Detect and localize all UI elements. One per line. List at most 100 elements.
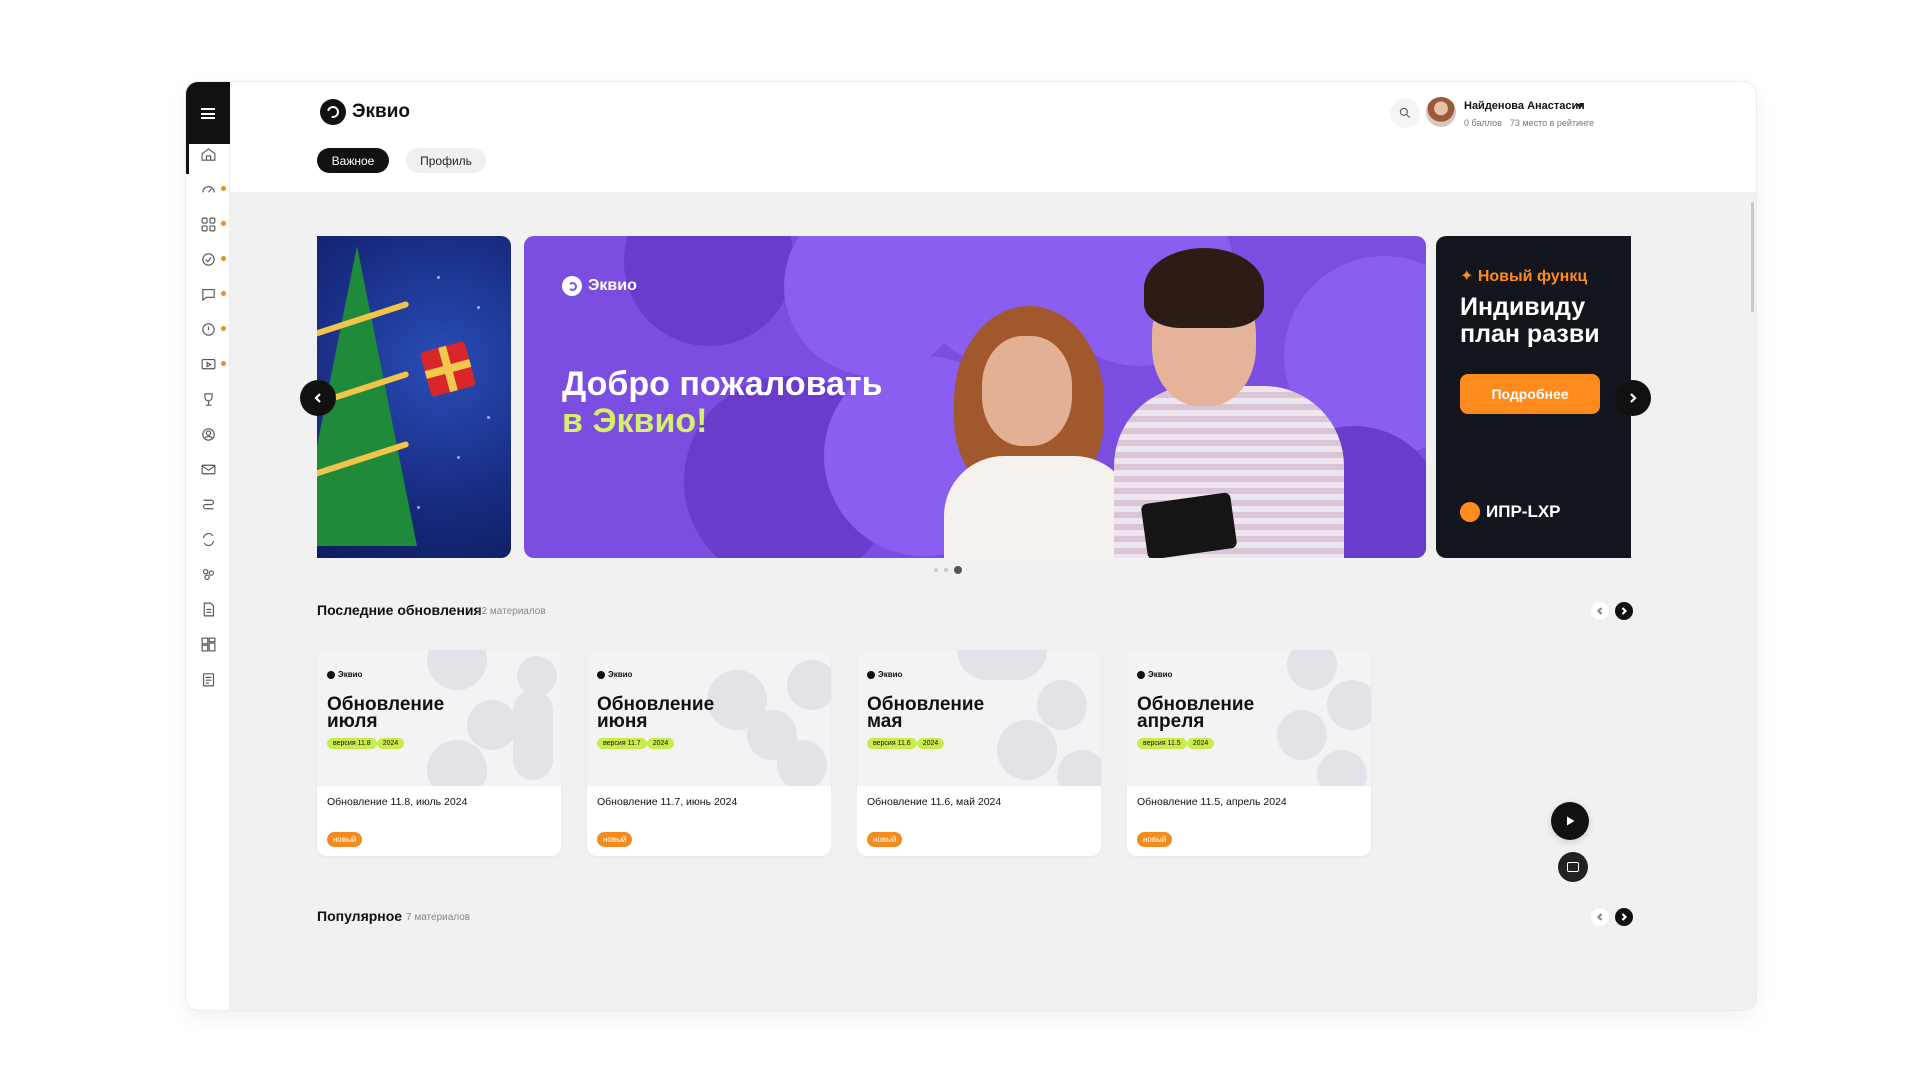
sidebar-item-progress[interactable] xyxy=(186,169,230,209)
card-cover: Эквио Обновление июня версия 11.7 2024 xyxy=(587,650,831,786)
banner-slide-feature[interactable]: ✦ Новый функц Индивиду план разви Подроб… xyxy=(1436,236,1631,558)
search-button[interactable] xyxy=(1390,98,1420,128)
sidebar-item-documents[interactable] xyxy=(186,589,230,629)
notification-dot xyxy=(221,326,226,331)
carousel-dot[interactable] xyxy=(944,568,948,572)
update-card[interactable]: Эквио Обновление мая версия 11.6 2024 Об… xyxy=(857,650,1101,856)
tab-important[interactable]: Важное xyxy=(317,148,389,173)
document-icon xyxy=(203,602,214,616)
banner-slide-holiday[interactable] xyxy=(317,236,511,558)
banner-title: Добро пожаловать в Эквио! xyxy=(562,365,883,441)
logo-mark-icon xyxy=(597,670,605,679)
year-chip: 2024 xyxy=(646,738,675,749)
support-chat-button[interactable] xyxy=(1558,852,1588,882)
updates-pager xyxy=(1591,602,1633,620)
user-name[interactable]: Найденова Анастасия xyxy=(1464,100,1585,112)
card-logo: Эквио xyxy=(867,670,902,679)
user-circle-icon xyxy=(201,427,215,441)
sidebar-item-dashboard[interactable] xyxy=(186,624,230,664)
logo-mark-icon xyxy=(867,670,875,679)
mail-icon xyxy=(201,464,215,474)
sidebar-item-chat[interactable] xyxy=(186,274,230,314)
popular-next-button[interactable] xyxy=(1615,908,1633,926)
card-headline: Обновление июля xyxy=(327,694,445,733)
year-chip: 2024 xyxy=(916,738,945,749)
banner-slide-welcome[interactable]: Эквио Добро пожаловать в Эквио! xyxy=(524,236,1426,558)
people-icon xyxy=(202,568,214,580)
play-icon xyxy=(1567,816,1575,826)
ipr-logo-icon xyxy=(1460,502,1480,522)
tab-profile[interactable]: Профиль xyxy=(406,148,486,173)
banner-prev-button[interactable] xyxy=(300,380,336,416)
card-title: Обновление 11.5, апрель 2024 xyxy=(1137,796,1287,808)
apps-icon xyxy=(201,217,215,231)
updates-cards: Эквио Обновление июля версия 11.8 2024 О… xyxy=(317,650,1371,856)
popular-prev-button[interactable] xyxy=(1591,908,1609,926)
sidebar-item-tracks[interactable] xyxy=(186,484,230,524)
header: Эквио Важное Профиль Найденова Анастасия… xyxy=(230,82,1756,192)
search-icon xyxy=(1399,107,1411,119)
card-chips: версия 11.6 2024 xyxy=(867,738,945,749)
banner-next-button[interactable] xyxy=(1615,380,1651,416)
card-chips: версия 11.7 2024 xyxy=(597,738,675,749)
sidebar-item-profile[interactable] xyxy=(186,414,230,454)
feature-footer-text: ИПР-LXP xyxy=(1486,502,1561,521)
sidebar-item-home[interactable] xyxy=(186,134,230,174)
logo[interactable]: Эквио xyxy=(320,99,410,125)
feature-footer: ИПР-LXP xyxy=(1460,502,1561,522)
card-headline: Обновление июня xyxy=(597,694,715,733)
card-logo: Эквио xyxy=(327,670,362,679)
notification-dot xyxy=(221,361,226,366)
version-chip: версия 11.8 xyxy=(327,738,377,749)
updates-next-button[interactable] xyxy=(1615,602,1633,620)
carousel-dots xyxy=(934,566,962,574)
update-card[interactable]: Эквио Обновление июня версия 11.7 2024 О… xyxy=(587,650,831,856)
sidebar xyxy=(186,82,230,1010)
hamburger-icon xyxy=(201,107,215,119)
card-title: Обновление 11.8, июль 2024 xyxy=(327,796,468,808)
sidebar-item-community[interactable] xyxy=(186,554,230,594)
carousel-dot-active[interactable] xyxy=(954,566,962,574)
banner-logo: Эквио xyxy=(562,276,637,296)
chat-icon xyxy=(201,288,215,301)
update-card[interactable]: Эквио Обновление апреля версия 11.5 2024… xyxy=(1127,650,1371,856)
feature-title-line2: план разви xyxy=(1460,320,1600,348)
version-chip: версия 11.5 xyxy=(1137,738,1187,749)
section-title-popular: Популярное xyxy=(317,908,403,924)
chevron-right-icon xyxy=(1630,393,1637,403)
gauge-icon xyxy=(201,185,215,193)
user-rank: 73 место в рейтинге xyxy=(1509,118,1595,128)
sidebar-item-tasks[interactable] xyxy=(186,239,230,279)
new-badge: новый xyxy=(327,832,363,847)
section-count-updates: 12 материалов xyxy=(476,606,546,617)
video-guide-button[interactable] xyxy=(1551,802,1589,840)
trophy-icon xyxy=(203,392,213,406)
chevron-right-icon xyxy=(1621,607,1628,615)
card-chips: версия 11.5 2024 xyxy=(1137,738,1215,749)
chevron-down-icon[interactable] xyxy=(1576,104,1584,109)
sidebar-item-mail[interactable] xyxy=(186,449,230,489)
sidebar-item-info[interactable] xyxy=(186,309,230,349)
sidebar-item-surveys[interactable] xyxy=(186,659,230,699)
avatar[interactable] xyxy=(1426,97,1456,127)
tablet-image xyxy=(1140,492,1238,558)
user-points: 0 баллов xyxy=(1464,118,1502,128)
card-cover: Эквио Обновление июля версия 11.8 2024 xyxy=(317,650,561,786)
chevron-left-icon xyxy=(1596,607,1603,615)
carousel-dot[interactable] xyxy=(934,568,938,572)
new-badge: новый xyxy=(597,832,633,847)
version-chip: версия 11.6 xyxy=(867,738,917,749)
update-card[interactable]: Эквио Обновление июля версия 11.8 2024 О… xyxy=(317,650,561,856)
sidebar-item-achievements[interactable] xyxy=(186,379,230,419)
sidebar-item-catalog[interactable] xyxy=(186,204,230,244)
logo-mark-icon xyxy=(327,670,335,679)
scrollbar[interactable] xyxy=(1751,202,1754,312)
sidebar-item-sync[interactable] xyxy=(186,519,230,559)
more-button[interactable]: Подробнее xyxy=(1460,374,1600,414)
notification-dot xyxy=(221,291,226,296)
checklist-icon xyxy=(202,672,214,686)
feature-title-line1: Индивиду xyxy=(1460,293,1586,321)
sidebar-item-video[interactable] xyxy=(186,344,230,384)
updates-prev-button[interactable] xyxy=(1591,602,1609,620)
section-title-updates: Последние обновления xyxy=(317,602,482,618)
